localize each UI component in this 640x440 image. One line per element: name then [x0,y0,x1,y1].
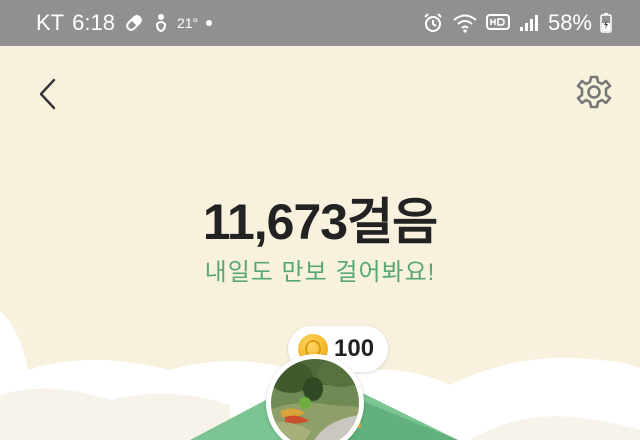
gear-icon [576,75,612,109]
battery-charging-icon [600,12,612,34]
park-photo-image [269,359,364,440]
motivation-message: 내일도 만보 걸어봐요! [204,259,436,286]
temperature-label: 21° [176,15,199,31]
status-bar-right: 58% [422,0,612,46]
alarm-icon [422,12,444,34]
carrier-label: KT [36,10,65,35]
pill-icon [123,12,145,34]
notification-dot-icon [206,20,213,26]
wifi-icon [452,12,478,34]
signal-icon [518,12,540,34]
settings-button[interactable] [574,72,614,112]
status-bar: KT 6:18 21° 58% [0,0,640,46]
status-bar-left: KT 6:18 21° [36,0,213,46]
back-button[interactable] [30,72,64,116]
sports-icon [153,12,169,34]
hd-voice-icon [485,12,510,34]
battery-percent: 58% [547,10,592,35]
reward-amount: 100 [334,335,375,362]
clock: 6:18 [72,10,115,35]
step-count: 11,673걸음 [202,194,438,250]
chevron-left-icon [39,78,56,110]
